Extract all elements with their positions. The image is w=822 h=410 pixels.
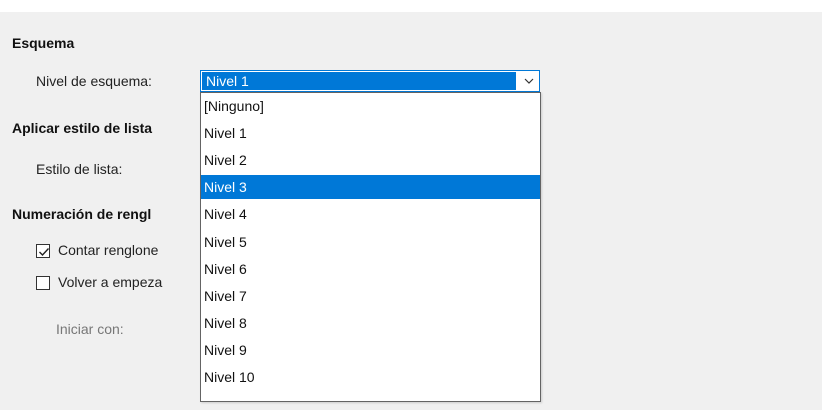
count-lines-label[interactable]: Contar renglone [58, 242, 158, 258]
dropdown-option[interactable]: Nivel 9 [201, 338, 540, 362]
dropdown-option[interactable]: Nivel 7 [201, 284, 540, 308]
dropdown-option[interactable]: Nivel 8 [201, 311, 540, 335]
outline-level-dropdown-list[interactable]: [Ninguno] Nivel 1 Nivel 2 Nivel 3 Nivel 4 Niv… [200, 92, 541, 402]
chevron-down-icon [524, 78, 534, 84]
list-style-heading: Aplicar estilo de lista [12, 120, 153, 136]
outline-level-combobox[interactable]: Nivel 1 [200, 70, 540, 92]
checkmark-icon [39, 248, 50, 257]
dropdown-option[interactable]: Nivel 4 [201, 202, 540, 226]
dropdown-option[interactable]: Nivel 10 [201, 365, 540, 389]
dropdown-option[interactable]: Nivel 1 [201, 121, 540, 145]
outline-heading: Esquema [12, 35, 75, 51]
dropdown-option[interactable]: Nivel 5 [201, 230, 540, 254]
start-with-label: Iniciar con: [56, 321, 124, 337]
count-lines-checkbox[interactable] [36, 244, 50, 258]
restart-numbering-label[interactable]: Volver a empeza [58, 274, 162, 290]
combo-selected-value: Nivel 1 [203, 73, 252, 89]
dropdown-option[interactable]: [Ninguno] [201, 94, 540, 118]
dropdown-option[interactable]: Nivel 6 [201, 257, 540, 281]
line-numbering-heading: Numeración de rengl [12, 206, 152, 222]
restart-numbering-checkbox[interactable] [36, 276, 50, 290]
dropdown-option[interactable]: Nivel 3 [201, 175, 540, 200]
outline-level-label: Nivel de esquema: [36, 73, 152, 89]
list-style-label: Estilo de lista: [36, 161, 123, 177]
combo-dropdown-button[interactable] [519, 72, 538, 90]
dropdown-option[interactable]: Nivel 2 [201, 148, 540, 172]
